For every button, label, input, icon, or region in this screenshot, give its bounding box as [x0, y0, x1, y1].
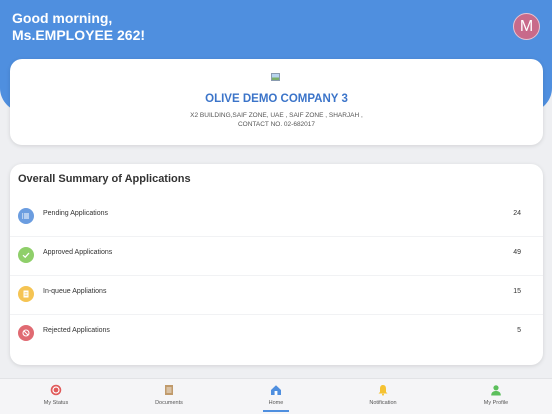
greeting-line-2: Ms.EMPLOYEE 262!	[12, 27, 146, 43]
summary-row-count: 15	[513, 288, 521, 295]
company-name: OLIVE DEMO COMPANY 3	[205, 93, 348, 105]
summary-row-count: 24	[513, 210, 521, 217]
nav-item-notification[interactable]: Notification	[343, 379, 423, 414]
nav-label: Notification	[369, 400, 397, 406]
bell-icon	[378, 385, 388, 396]
ban-icon	[18, 325, 34, 341]
nav-label: Home	[268, 400, 284, 406]
profile-icon	[491, 385, 501, 396]
greeting-line-1: Good morning,	[12, 10, 113, 26]
nav-item-my-profile[interactable]: My Profile	[456, 379, 536, 414]
summary-row-label: Approved Applications	[43, 249, 113, 256]
document-icon	[18, 286, 34, 302]
documents-icon	[165, 385, 173, 395]
company-contact: CONTACT NO. 02-682017	[237, 121, 316, 128]
summary-row-label: Rejected Applications	[43, 327, 110, 334]
status-icon	[50, 384, 62, 396]
nav-label: My Status	[43, 400, 69, 406]
nav-item-home[interactable]: Home	[236, 379, 316, 414]
summary-row-label: Pending Applications	[43, 210, 108, 217]
summary-title: Overall Summary of Applications	[18, 173, 191, 185]
summary-row-pending[interactable]: Pending Applications 24	[10, 198, 543, 237]
summary-row-label: In-queue Appliations	[43, 288, 107, 295]
nav-item-my-status[interactable]: My Status	[16, 379, 96, 414]
summary-row-approved[interactable]: Approved Applications 49	[10, 237, 543, 276]
summary-card: Overall Summary of Applications Pending …	[10, 164, 543, 365]
nav-label: My Profile	[483, 400, 509, 406]
list-icon	[18, 208, 34, 224]
nav-item-documents[interactable]: Documents	[129, 379, 209, 414]
company-address-line: X2 BUILDING,SAIF ZONE, UAE , SAIF ZONE ,…	[190, 112, 363, 119]
summary-row-inqueue[interactable]: In-queue Appliations 15	[10, 276, 543, 315]
summary-row-count: 5	[517, 327, 521, 334]
company-card: OLIVE DEMO COMPANY 3 X2 BUILDING,SAIF ZO…	[10, 59, 543, 145]
summary-row-rejected[interactable]: Rejected Applications 5	[10, 315, 543, 354]
nav-label: Documents	[155, 400, 183, 406]
home-icon	[271, 385, 281, 395]
check-icon	[18, 247, 34, 263]
nav-active-indicator	[263, 410, 289, 412]
avatar[interactable]: M	[513, 13, 540, 40]
summary-row-count: 49	[513, 249, 521, 256]
bottom-nav: My Status Documents Home Notification My…	[0, 378, 552, 414]
company-address: X2 BUILDING,SAIF ZONE, UAE , SAIF ZONE ,…	[10, 111, 543, 129]
company-logo-image	[271, 73, 280, 81]
greeting: Good morning, Ms.EMPLOYEE 262!	[12, 10, 145, 44]
